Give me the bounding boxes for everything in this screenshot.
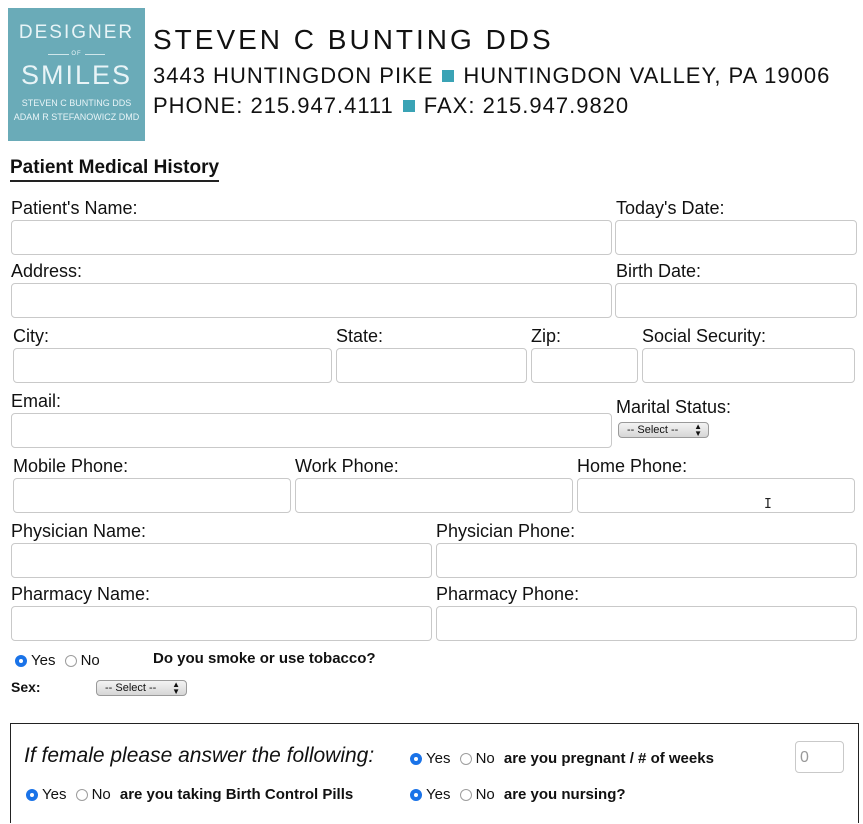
physician-name-input[interactable] xyxy=(11,543,432,578)
pharmacy-name-input[interactable] xyxy=(11,606,432,641)
nursing-no-label: No xyxy=(475,786,495,803)
marital-status-selected: -- Select -- xyxy=(627,424,679,436)
text-cursor-icon: I xyxy=(764,497,772,512)
address-city: HUNTINGDON VALLEY, PA 19006 xyxy=(463,63,831,88)
pregnant-yes-label: Yes xyxy=(426,750,451,767)
physician-phone-label: Physician Phone: xyxy=(436,521,576,541)
address-input[interactable] xyxy=(11,283,612,318)
tobacco-yes-radio[interactable] xyxy=(15,654,27,667)
birth-control-yes-label: Yes xyxy=(42,786,67,803)
select-arrows-icon: ▲ ▼ xyxy=(172,680,180,696)
phone-number: PHONE: 215.947.4111 xyxy=(153,93,394,118)
state-input[interactable] xyxy=(336,348,527,383)
birth-control-question: are you taking Birth Control Pills xyxy=(119,786,354,803)
logo-text-dentist-1: STEVEN C BUNTING DDS xyxy=(21,98,132,108)
pharmacy-phone-input[interactable] xyxy=(436,606,857,641)
tobacco-yes-label: Yes xyxy=(31,652,56,669)
fax-number: FAX: 215.947.9820 xyxy=(423,93,630,118)
tobacco-question: Do you smoke or use tobacco? xyxy=(153,650,376,667)
female-section xyxy=(10,723,859,823)
nursing-radio-group: Yes No are you nursing? xyxy=(410,784,626,803)
pharmacy-name-label: Pharmacy Name: xyxy=(11,584,151,604)
city-input[interactable] xyxy=(13,348,332,383)
social-security-input[interactable] xyxy=(642,348,855,383)
pregnant-radio-group: Yes No are you pregnant / # of weeks xyxy=(410,748,714,767)
home-phone-label: Home Phone: xyxy=(577,456,688,476)
logo-text-dentist-2: ADAM R STEFANOWICZ DMD xyxy=(13,112,140,122)
patient-name-label: Patient's Name: xyxy=(11,198,138,218)
practice-name: STEVEN C BUNTING DDS xyxy=(153,24,554,55)
marital-status-label: Marital Status: xyxy=(616,397,732,417)
patient-name-input[interactable] xyxy=(11,220,612,255)
sex-select[interactable]: -- Select -- ▲ ▼ xyxy=(96,680,187,696)
birth-date-label: Birth Date: xyxy=(616,261,702,281)
mobile-phone-input[interactable] xyxy=(13,478,291,513)
email-label: Email: xyxy=(11,391,62,411)
practice-contact: PHONE: 215.947.4111 FAX: 215.947.9820 xyxy=(153,93,629,119)
select-arrows-icon: ▲ ▼ xyxy=(694,422,702,438)
marital-status-select[interactable]: -- Select -- ▲ ▼ xyxy=(618,422,709,438)
work-phone-input[interactable] xyxy=(295,478,573,513)
mobile-phone-label: Mobile Phone: xyxy=(13,456,129,476)
pregnant-yes-radio[interactable] xyxy=(410,752,422,765)
square-bullet-icon xyxy=(442,70,455,82)
social-security-label: Social Security: xyxy=(642,326,767,346)
birth-date-input[interactable] xyxy=(615,283,857,318)
physician-name-label: Physician Name: xyxy=(11,521,147,541)
pregnant-no-radio[interactable] xyxy=(459,752,472,765)
home-phone-input[interactable] xyxy=(577,478,855,513)
pregnant-question: are you pregnant / # of weeks xyxy=(503,750,714,767)
pregnancy-weeks-input[interactable]: 0 xyxy=(795,741,844,773)
female-section-title: If female please answer the following: xyxy=(24,744,375,767)
address-street: 3443 HUNTINGDON PIKE xyxy=(153,63,434,88)
logo-text-of: OF xyxy=(68,51,85,57)
state-label: State: xyxy=(336,326,384,346)
nursing-yes-radio[interactable] xyxy=(410,788,422,801)
birth-control-no-label: No xyxy=(91,786,111,803)
pregnant-no-label: No xyxy=(475,750,495,767)
nursing-question: are you nursing? xyxy=(503,786,626,803)
work-phone-label: Work Phone: xyxy=(295,456,399,476)
city-label: City: xyxy=(13,326,49,346)
logo-text-designer: DESIGNER xyxy=(18,22,135,43)
sex-selected: -- Select -- xyxy=(105,682,157,694)
birth-control-yes-radio[interactable] xyxy=(26,788,38,801)
physician-phone-input[interactable] xyxy=(436,543,857,578)
address-label: Address: xyxy=(11,261,83,281)
zip-label: Zip: xyxy=(531,326,562,346)
form-title: Patient Medical History xyxy=(10,157,220,182)
todays-date-input[interactable] xyxy=(615,220,857,255)
square-bullet-icon xyxy=(402,100,415,112)
birth-control-radio-group: Yes No are you taking Birth Control Pill… xyxy=(26,784,353,803)
nursing-yes-label: Yes xyxy=(426,786,451,803)
sex-label: Sex: xyxy=(11,679,41,695)
tobacco-radio-group: Yes No xyxy=(15,650,104,669)
practice-logo: DESIGNER OF SMILES STEVEN C BUNTING DDS … xyxy=(8,8,145,141)
todays-date-label: Today's Date: xyxy=(616,198,725,218)
email-input[interactable] xyxy=(11,413,612,448)
logo-text-smiles: SMILES xyxy=(20,60,133,90)
tobacco-no-radio[interactable] xyxy=(64,654,77,667)
birth-control-no-radio[interactable] xyxy=(75,788,88,801)
nursing-no-radio[interactable] xyxy=(459,788,472,801)
practice-address: 3443 HUNTINGDON PIKE HUNTINGDON VALLEY, … xyxy=(153,63,830,89)
tobacco-no-label: No xyxy=(80,652,100,669)
zip-input[interactable] xyxy=(531,348,638,383)
pharmacy-phone-label: Pharmacy Phone: xyxy=(436,584,580,604)
